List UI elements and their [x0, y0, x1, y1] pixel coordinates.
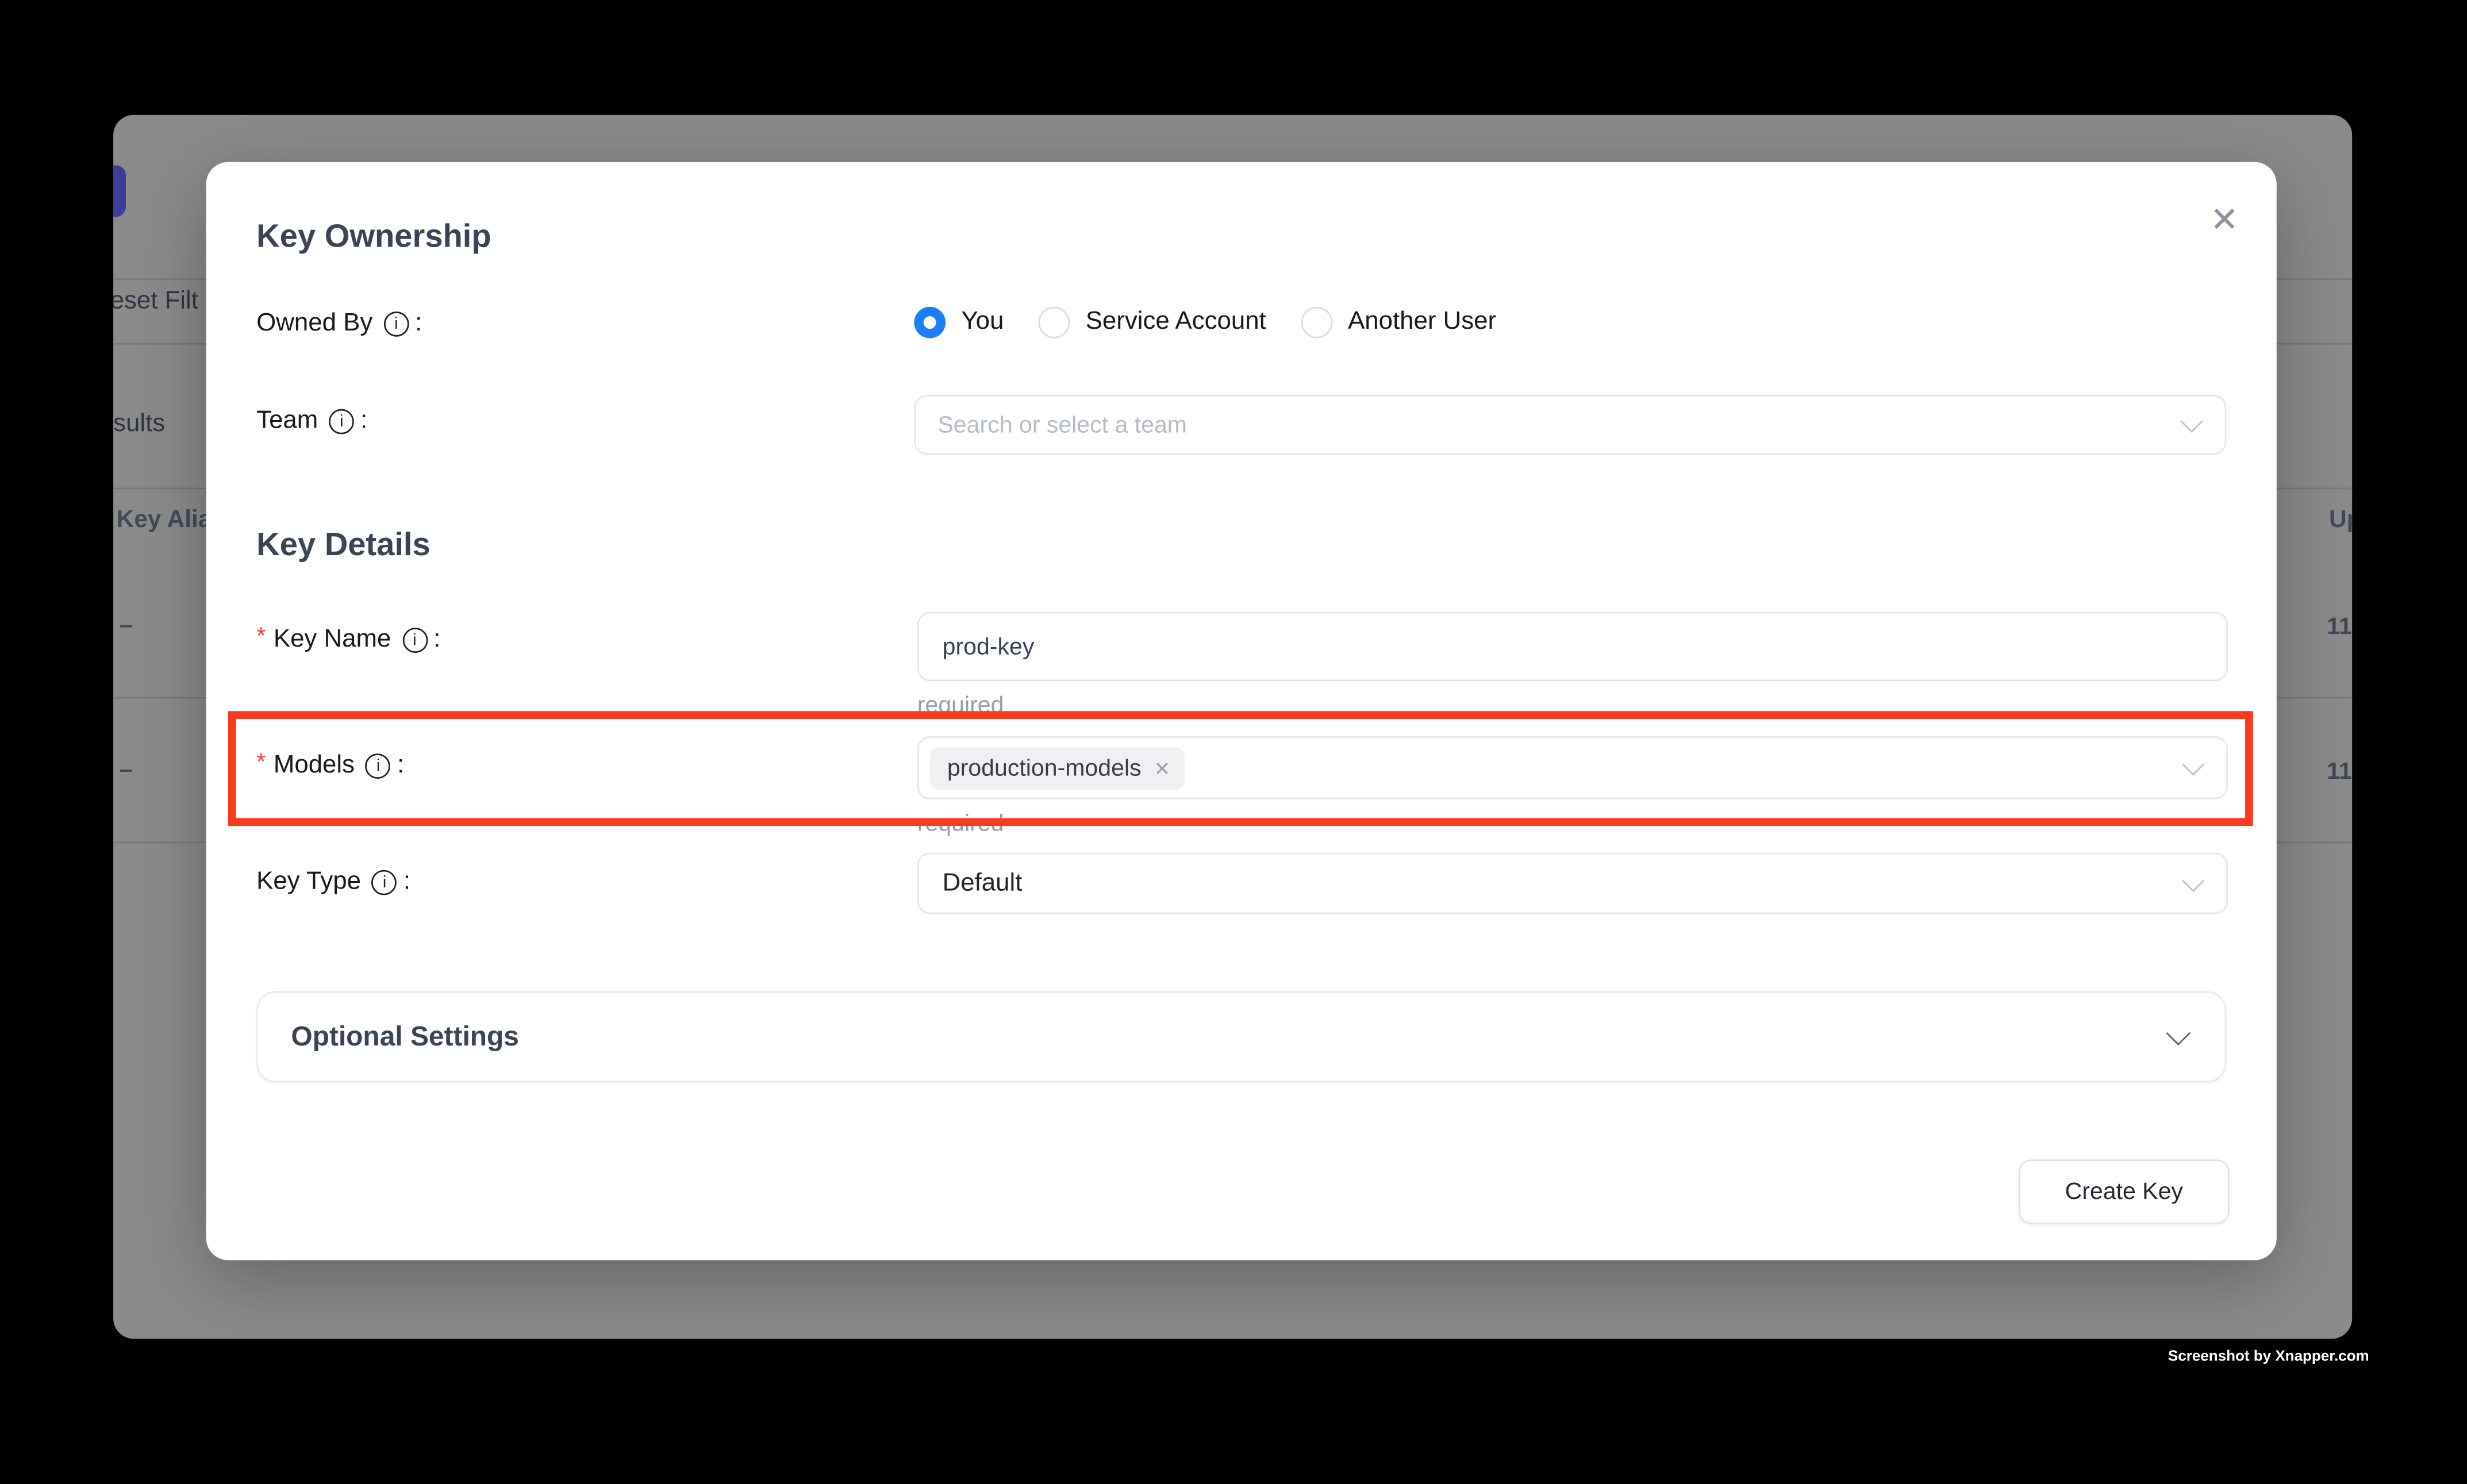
key-name-value: prod-key [943, 633, 1035, 660]
key-name-label: * Key Name i : [256, 626, 440, 654]
column-header-key-alias: Key Alia [117, 506, 212, 535]
colon: : [404, 868, 410, 897]
key-name-input[interactable]: prod-key [917, 612, 2228, 681]
colon: : [360, 407, 367, 436]
optional-settings-label: Optional Settings [291, 1020, 519, 1053]
info-icon[interactable]: i [372, 870, 397, 895]
optional-settings-toggle[interactable]: Optional Settings [256, 991, 2226, 1082]
radio-option-you[interactable]: You [914, 307, 1004, 339]
chevron-down-icon [2181, 410, 2203, 433]
models-required-highlight [228, 711, 2253, 826]
reset-filters-clipped-label[interactable]: eset Filt [113, 288, 198, 316]
table-cell-updated: 11/ [2327, 758, 2352, 785]
radio-label: Another User [1348, 308, 1496, 336]
table-cell-updated: 11/ [2327, 614, 2352, 641]
owned-by-label-text: Owned By [256, 310, 372, 338]
team-select-placeholder: Search or select a team [937, 412, 1187, 439]
key-type-label: Key Type i : [256, 868, 410, 897]
info-icon[interactable]: i [402, 628, 427, 653]
column-header-updated: Up [2329, 506, 2352, 535]
chevron-down-icon [2182, 869, 2204, 891]
owned-by-radio-group: You Service Account Another User [914, 307, 1496, 339]
create-key-button[interactable]: Create Key [2019, 1159, 2230, 1224]
radio-label: Service Account [1086, 308, 1266, 336]
info-icon[interactable]: i [329, 409, 354, 435]
radio-unselected-icon[interactable] [1301, 307, 1332, 339]
results-count-clipped-label: sults [113, 410, 165, 439]
key-type-label-text: Key Type [256, 868, 361, 897]
radio-option-another-user[interactable]: Another User [1301, 307, 1496, 339]
create-key-button-fragment[interactable] [113, 165, 126, 217]
chevron-down-icon [2166, 1021, 2191, 1046]
modal-title: Key Ownership [256, 218, 491, 256]
key-name-label-text: Key Name [274, 626, 391, 654]
colon: : [415, 310, 422, 338]
radio-unselected-icon[interactable] [1039, 307, 1070, 339]
owned-by-label: Owned By i : [256, 310, 422, 338]
table-cell-dash: – [120, 757, 133, 784]
info-icon[interactable]: i [383, 312, 409, 337]
team-label: Team i : [256, 407, 367, 436]
create-key-modal: Key Ownership ✕ Owned By i : You Service… [206, 162, 2277, 1260]
radio-label: You [961, 308, 1004, 336]
watermark-text: Screenshot by Xnapper.com [2168, 1348, 2369, 1366]
close-icon[interactable]: ✕ [2210, 203, 2239, 237]
key-type-select[interactable]: Default [917, 853, 2228, 914]
team-select[interactable]: Search or select a team [914, 395, 2226, 455]
screenshot-root: eset Filt sults Key Alia Up – 11/ – 11/ … [0, 0, 2467, 1483]
team-label-text: Team [256, 407, 318, 436]
required-asterisk: * [256, 626, 266, 648]
table-cell-dash: – [120, 612, 133, 639]
key-details-title: Key Details [256, 527, 431, 565]
key-type-value: Default [943, 869, 1023, 897]
radio-selected-icon[interactable] [914, 307, 946, 339]
colon: : [433, 626, 440, 654]
radio-option-service-account[interactable]: Service Account [1039, 307, 1266, 339]
